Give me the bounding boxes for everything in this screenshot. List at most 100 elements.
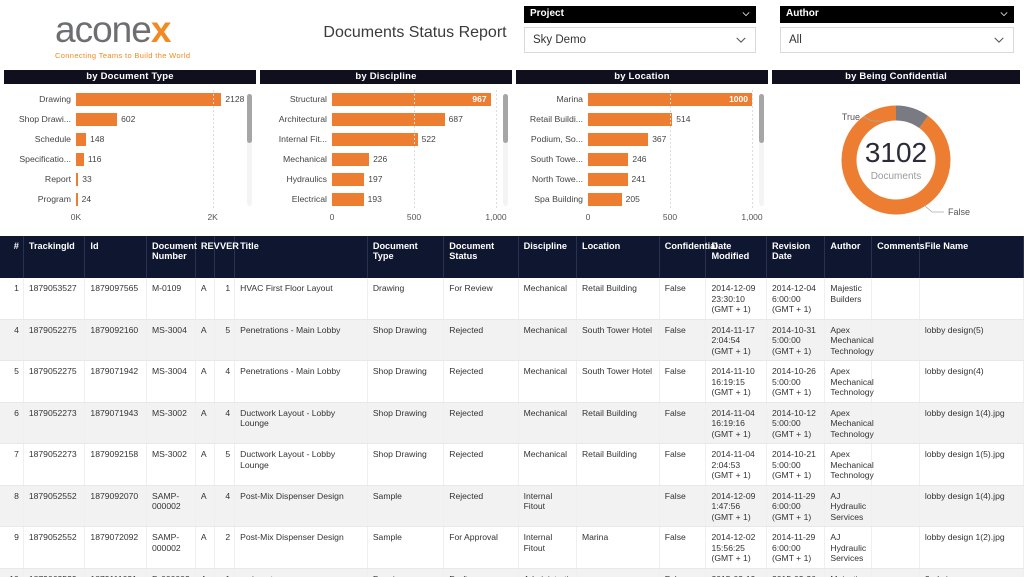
- bar-row[interactable]: Retail Buildi...514: [516, 110, 752, 128]
- bar-fill[interactable]: [588, 113, 672, 126]
- bar-fill[interactable]: [76, 193, 78, 206]
- bar-row[interactable]: Report33: [4, 170, 240, 188]
- table-column-header[interactable]: Location: [576, 236, 659, 278]
- table-cell-doc-type: Shop Drawing: [367, 361, 443, 403]
- bar-row[interactable]: Specificatio...116: [4, 150, 240, 168]
- table-row[interactable]: 718790522731879092158MS-3002A5Ductwork L…: [0, 444, 1024, 486]
- table-cell-date-modified: 2014-12-02 15:56:25 (GMT + 1): [706, 527, 767, 569]
- table-column-header[interactable]: Discipline: [518, 236, 576, 278]
- chevron-down-icon[interactable]: [735, 34, 747, 46]
- documents-table-container[interactable]: #TrackingIdIdDocument NumberREVVERTitleD…: [0, 236, 1024, 577]
- bar-fill[interactable]: [76, 93, 221, 106]
- bar-row[interactable]: Spa Building205: [516, 190, 752, 208]
- bar-row[interactable]: Schedule148: [4, 130, 240, 148]
- table-row[interactable]: 418790522751879092160MS-3004A5Penetratio…: [0, 319, 1024, 361]
- table-column-header[interactable]: Document Number: [147, 236, 196, 278]
- bar-category-label: Architectural: [260, 114, 332, 124]
- table-column-header[interactable]: Date Modified: [706, 236, 767, 278]
- table-row[interactable]: 618790522731879071943MS-3002A4Ductwork L…: [0, 402, 1024, 444]
- bar-row[interactable]: Internal Fit...522: [260, 130, 496, 148]
- table-row[interactable]: 518790522751879071942MS-3004A4Penetratio…: [0, 361, 1024, 403]
- chart-scrollbar-thumb[interactable]: [247, 94, 252, 143]
- bar-row[interactable]: Hydraulics197: [260, 170, 496, 188]
- bar-fill[interactable]: [76, 153, 84, 166]
- table-column-header[interactable]: Document Status: [444, 236, 518, 278]
- table-column-header[interactable]: Confidential: [659, 236, 706, 278]
- donut-label-true: True: [842, 112, 860, 122]
- table-cell-comments: [872, 568, 920, 577]
- bar-fill[interactable]: [332, 173, 364, 186]
- bar-fill[interactable]: [332, 193, 364, 206]
- table-column-header[interactable]: #: [0, 236, 23, 278]
- bar-fill[interactable]: [332, 93, 491, 106]
- axis-tick-label: 500: [407, 212, 421, 222]
- bar-row[interactable]: South Towe...246: [516, 150, 752, 168]
- author-filter[interactable]: Author All: [780, 6, 1014, 53]
- table-cell-author: AJ Hydraulic Services: [825, 485, 872, 527]
- chevron-down-icon[interactable]: [993, 34, 1005, 46]
- table-cell-location: South Tower Hotel: [576, 361, 659, 403]
- bar-fill[interactable]: [588, 133, 648, 146]
- table-column-header[interactable]: Title: [235, 236, 368, 278]
- table-column-header[interactable]: File Name: [919, 236, 1023, 278]
- chart-scrollbar[interactable]: [759, 94, 764, 206]
- bar-row[interactable]: North Towe...241: [516, 170, 752, 188]
- project-filter[interactable]: Project Sky Demo: [524, 6, 756, 53]
- bar-chart-location[interactable]: Marina1000 Retail Buildi...514 Podium, So.…: [516, 90, 752, 210]
- bar-row[interactable]: Structural967: [260, 90, 496, 108]
- table-cell-date-modified: 2015-03-19: [706, 568, 767, 577]
- table-row[interactable]: 918790525521879072092SAMP-000002A2Post-M…: [0, 527, 1024, 569]
- bar-fill[interactable]: [588, 173, 628, 186]
- bar-row[interactable]: Shop Drawi...602: [4, 110, 240, 128]
- table-cell-location: Marina: [576, 527, 659, 569]
- table-row[interactable]: 818790525521879092070SAMP-000002A4Post-M…: [0, 485, 1024, 527]
- table-column-header[interactable]: REV: [195, 236, 214, 278]
- bar-row[interactable]: Electrical193: [260, 190, 496, 208]
- chart-scrollbar[interactable]: [247, 94, 252, 206]
- bar-fill[interactable]: [332, 133, 418, 146]
- donut-chart[interactable]: 3102 Documents True False: [772, 84, 1020, 232]
- bar-category-label: Marina: [516, 94, 588, 104]
- bar-fill[interactable]: [332, 113, 445, 126]
- table-row[interactable]: 118790535271879097565M-0109A1HVAC First …: [0, 278, 1024, 319]
- bar-row[interactable]: Drawing2128: [4, 90, 240, 108]
- bar-row[interactable]: Marina1000: [516, 90, 752, 108]
- bar-fill[interactable]: [332, 153, 369, 166]
- bar-value-label: 522: [422, 133, 436, 146]
- table-cell-comments: [872, 485, 920, 527]
- table-cell-doc-status: Rejected: [444, 361, 518, 403]
- chart-scrollbar[interactable]: [503, 94, 508, 206]
- bar-chart-document-type[interactable]: Drawing2128 Shop Drawi...602 Schedule148 Sp…: [4, 90, 240, 210]
- bar-fill[interactable]: [76, 113, 117, 126]
- chart-scrollbar-thumb[interactable]: [759, 94, 764, 143]
- chart-panel-discipline: by Discipline Structural967Architectural…: [260, 70, 512, 232]
- chart-scrollbar-thumb[interactable]: [503, 94, 508, 143]
- table-cell-date-modified: 2014-11-04 2:04:53 (GMT + 1): [706, 444, 767, 486]
- bar-row[interactable]: Podium, So...367: [516, 130, 752, 148]
- table-column-header[interactable]: Author: [825, 236, 872, 278]
- bar-chart-discipline[interactable]: Structural967 Architectural687 Internal Fi…: [260, 90, 496, 210]
- table-cell-author: Apex Mechanical Technology: [825, 402, 872, 444]
- table-column-header[interactable]: Revision Date: [766, 236, 824, 278]
- logo-wordmark: aconex: [55, 10, 225, 50]
- table-column-header[interactable]: Id: [85, 236, 147, 278]
- table-row[interactable]: 1018790625291879111031D-000002A1main ent…: [0, 568, 1024, 577]
- table-cell-location: South Tower Hotel: [576, 319, 659, 361]
- table-column-header[interactable]: Document Type: [367, 236, 443, 278]
- bar-fill[interactable]: [588, 193, 622, 206]
- bar-category-label: Retail Buildi...: [516, 114, 588, 124]
- bar-fill[interactable]: [588, 153, 628, 166]
- chart-gridline: [752, 90, 753, 210]
- project-filter-select[interactable]: Sky Demo: [524, 27, 756, 53]
- author-filter-select[interactable]: All: [780, 27, 1014, 53]
- table-column-header[interactable]: Comments: [872, 236, 920, 278]
- table-cell-revision-date: 2014-12-04 6:00:00 (GMT + 1): [766, 278, 824, 319]
- bar-row[interactable]: Architectural687: [260, 110, 496, 128]
- table-cell-doc-number: SAMP-000002: [147, 485, 196, 527]
- bar-fill[interactable]: [76, 133, 86, 146]
- bar-row[interactable]: Program24: [4, 190, 240, 208]
- bar-row[interactable]: Mechanical226: [260, 150, 496, 168]
- table-column-header[interactable]: TrackingId: [23, 236, 85, 278]
- bar-category-label: Shop Drawi...: [4, 114, 76, 124]
- bar-fill[interactable]: [76, 173, 78, 186]
